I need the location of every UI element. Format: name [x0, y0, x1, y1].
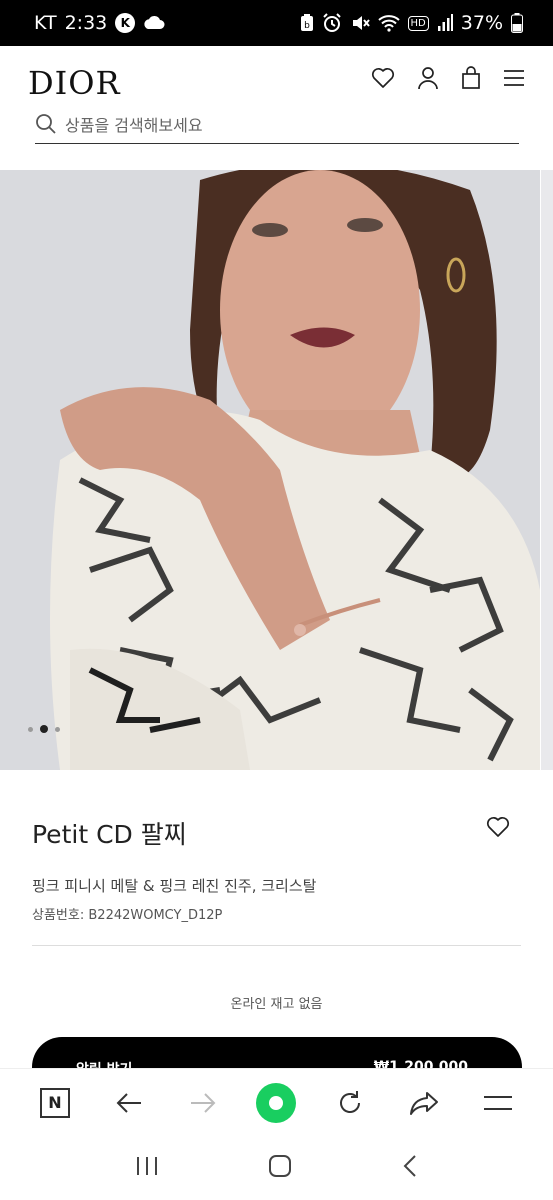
carousel-dot-active[interactable]: [40, 725, 48, 733]
product-image[interactable]: [0, 170, 540, 770]
product-title: Petit CD 팔찌: [32, 820, 187, 849]
wishlist-heart-icon[interactable]: [371, 67, 395, 89]
product-code-label: 상품번호:: [32, 908, 85, 923]
recent-apps-icon[interactable]: [135, 1155, 159, 1181]
refresh-icon[interactable]: [327, 1080, 373, 1126]
signal-icon: [437, 14, 453, 32]
divider: [32, 945, 521, 946]
menu-icon[interactable]: [503, 69, 525, 87]
product-code-value: B2242WOMCY_D12P: [88, 908, 223, 923]
green-dot-icon: [256, 1082, 297, 1123]
naver-home-button[interactable]: N: [32, 1080, 78, 1126]
header-actions: [371, 66, 525, 90]
product-description: 핑크 피니시 메탈 & 핑크 레진 진주, 크리스탈: [32, 877, 317, 895]
system-nav-bar: [0, 1136, 553, 1200]
carousel-dot[interactable]: [55, 726, 60, 732]
site-header: DIOR: [0, 46, 553, 170]
browser-menu-icon[interactable]: [475, 1080, 521, 1126]
status-time: 2:33: [64, 12, 108, 34]
forward-arrow-icon[interactable]: [180, 1080, 226, 1126]
cloud-icon: [143, 15, 165, 31]
hd-voice-badge: HD: [407, 15, 429, 31]
battery-icon: [511, 13, 523, 33]
battery-percent: 37%: [460, 12, 503, 34]
next-image-peek[interactable]: [541, 170, 553, 770]
green-dot-button[interactable]: [253, 1080, 299, 1126]
search-icon[interactable]: [35, 113, 57, 139]
mute-icon: [350, 13, 370, 33]
stock-status: 온라인 재고 없음: [230, 997, 323, 1012]
carrier-label: KT: [34, 12, 57, 34]
wifi-icon: [377, 14, 400, 32]
dior-logo[interactable]: DIOR: [28, 64, 121, 102]
data-saver-icon: b: [300, 14, 314, 32]
naver-n-icon: N: [39, 1087, 70, 1118]
kakao-k-icon: K: [115, 13, 136, 33]
status-bar: KT 2:33 K b HD 37%: [0, 0, 553, 46]
model-photo: [0, 170, 540, 770]
search-input[interactable]: [65, 116, 485, 135]
product-code: 상품번호: B2242WOMCY_D12P: [32, 904, 222, 923]
add-to-wishlist-heart-icon[interactable]: [486, 816, 510, 842]
browser-toolbar: N: [0, 1068, 553, 1136]
search-bar[interactable]: [35, 108, 519, 144]
alarm-icon: [322, 13, 342, 33]
back-icon[interactable]: [402, 1154, 418, 1182]
back-arrow-icon[interactable]: [106, 1080, 152, 1126]
home-icon[interactable]: [268, 1154, 292, 1182]
user-icon[interactable]: [417, 66, 439, 90]
bag-icon[interactable]: [461, 66, 481, 90]
share-icon[interactable]: [401, 1080, 447, 1126]
svg-text:b: b: [304, 21, 310, 31]
carousel-dot[interactable]: [28, 726, 33, 732]
carousel-indicator: [28, 725, 60, 733]
